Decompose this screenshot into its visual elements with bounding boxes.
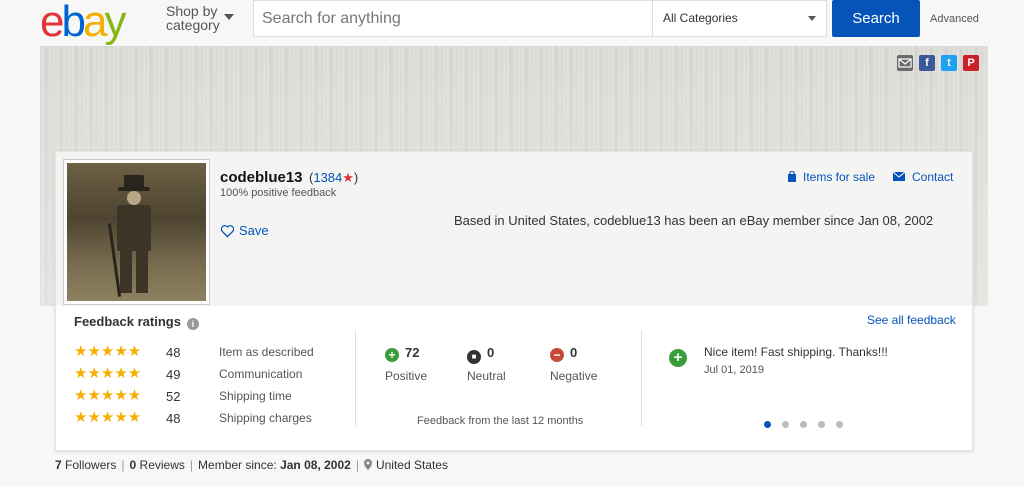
- positive-label: Positive: [385, 369, 428, 383]
- search-button[interactable]: Search: [832, 0, 920, 37]
- advanced-search-link[interactable]: Advanced: [930, 13, 979, 25]
- neutral-count-value: 0: [487, 345, 495, 360]
- feedback-score-number: 1384: [313, 170, 343, 185]
- plus-circle-icon: +: [385, 348, 399, 362]
- username[interactable]: codeblue13: [220, 169, 303, 186]
- carousel-dot[interactable]: [782, 421, 789, 428]
- carousel-dot[interactable]: [836, 421, 843, 428]
- chevron-down-icon: [808, 16, 816, 21]
- rating-value: 49: [166, 367, 181, 382]
- shop-by-category-button[interactable]: Shop by category: [166, 4, 220, 32]
- shopping-bag-icon: [788, 170, 796, 182]
- followers-label[interactable]: Followers: [65, 458, 116, 472]
- rating-value: 48: [166, 345, 181, 360]
- search-bar: All Categories: [253, 0, 827, 37]
- items-for-sale-link[interactable]: Items for sale: [787, 170, 875, 184]
- seller-stats: 7 Followers | 0 Reviews | Member since: Jan …: [55, 458, 448, 472]
- rating-label: Shipping time: [219, 389, 292, 403]
- positive-count-value: 72: [405, 345, 420, 360]
- location-pin-icon: [363, 459, 372, 470]
- envelope-icon: [892, 171, 906, 181]
- header: ebay Shop by category All Categories Sea…: [0, 0, 1024, 46]
- logo-letter-y: y: [104, 0, 126, 46]
- rating-value: 52: [166, 389, 181, 404]
- category-select[interactable]: All Categories: [652, 1, 826, 36]
- reviews-label[interactable]: Reviews: [140, 458, 185, 472]
- neutral-count[interactable]: ■ 0 Neutral: [467, 345, 537, 383]
- location: United States: [375, 458, 448, 472]
- rating-label: Item as described: [219, 345, 314, 359]
- minus-circle-icon: −: [550, 348, 564, 362]
- carousel-pagination: [764, 416, 854, 431]
- avatar-photo: [67, 163, 206, 301]
- category-select-value: All Categories: [663, 11, 738, 25]
- rating-row-shipping-charges: ★★★★★ 48 Shipping charges: [74, 410, 344, 428]
- negative-count-value: 0: [570, 345, 578, 360]
- contact-link[interactable]: Contact: [892, 170, 953, 184]
- followers-count[interactable]: 7: [55, 458, 62, 472]
- rating-label: Communication: [219, 367, 303, 381]
- carousel-dot[interactable]: [818, 421, 825, 428]
- member-since-date: Jan 08, 2002: [280, 458, 351, 472]
- feedback-ratings-heading: Feedback ratings i: [74, 314, 199, 330]
- reviews-count[interactable]: 0: [130, 458, 137, 472]
- divider: [641, 330, 642, 426]
- star-rating-icon: ★★★★★: [74, 343, 142, 360]
- heart-icon: [220, 225, 235, 238]
- rating-label: Shipping charges: [219, 411, 312, 425]
- twitter-share-icon[interactable]: t: [941, 55, 957, 71]
- positive-feedback-icon: +: [669, 349, 687, 367]
- shop-by-label: Shop by: [166, 3, 218, 19]
- see-all-feedback-link[interactable]: See all feedback: [867, 313, 956, 327]
- latest-feedback-comment: Nice item! Fast shipping. Thanks!!!: [704, 345, 888, 359]
- carousel-dot[interactable]: [764, 421, 771, 428]
- logo-letter-a: a: [82, 0, 108, 46]
- email-share-icon[interactable]: [897, 55, 913, 71]
- star-rating-icon: ★★★★★: [74, 365, 142, 382]
- logo-letter-e: e: [40, 0, 65, 46]
- chevron-down-icon: [224, 14, 234, 20]
- neutral-label: Neutral: [467, 369, 506, 383]
- positive-feedback-percent: 100% positive feedback: [220, 187, 337, 199]
- rating-row-shipping-time: ★★★★★ 52 Shipping time: [74, 388, 344, 406]
- member-since-label: Member since:: [198, 458, 277, 472]
- info-icon[interactable]: i: [186, 318, 199, 330]
- category-label: category: [166, 17, 220, 33]
- logo-letter-b: b: [61, 0, 86, 46]
- negative-label: Negative: [550, 369, 598, 383]
- save-seller-button[interactable]: Save: [220, 223, 269, 238]
- star-rating-icon: ★★★★★: [74, 387, 142, 404]
- rating-value: 48: [166, 411, 181, 426]
- feedback-period-note: Feedback from the last 12 months: [417, 415, 584, 427]
- facebook-share-icon[interactable]: f: [919, 55, 935, 71]
- latest-feedback-date: Jul 01, 2019: [704, 364, 764, 376]
- star-rating-icon: ★★★★★: [74, 409, 142, 426]
- ebay-logo[interactable]: ebay: [40, 0, 126, 46]
- negative-count[interactable]: −0 Negative: [550, 345, 620, 383]
- profile-header: codeblue13 (1384★) 100% positive feedbac…: [56, 152, 972, 306]
- rating-row-communication: ★★★★★ 49 Communication: [74, 366, 344, 384]
- pinterest-share-icon[interactable]: P: [963, 55, 979, 71]
- search-input[interactable]: [254, 1, 650, 36]
- rating-row-item-described: ★★★★★ 48 Item as described: [74, 344, 344, 362]
- star-icon: ★: [342, 170, 354, 185]
- save-label: Save: [239, 223, 269, 238]
- feedback-score[interactable]: (1384★): [309, 170, 358, 186]
- profile-card: codeblue13 (1384★) 100% positive feedbac…: [55, 151, 973, 451]
- avatar[interactable]: [63, 159, 210, 305]
- member-info: Based in United States, codeblue13 has b…: [454, 213, 934, 228]
- positive-count[interactable]: +72 Positive: [385, 345, 455, 383]
- neutral-circle-icon: ■: [467, 350, 481, 364]
- carousel-dot[interactable]: [800, 421, 807, 428]
- divider: [355, 330, 356, 426]
